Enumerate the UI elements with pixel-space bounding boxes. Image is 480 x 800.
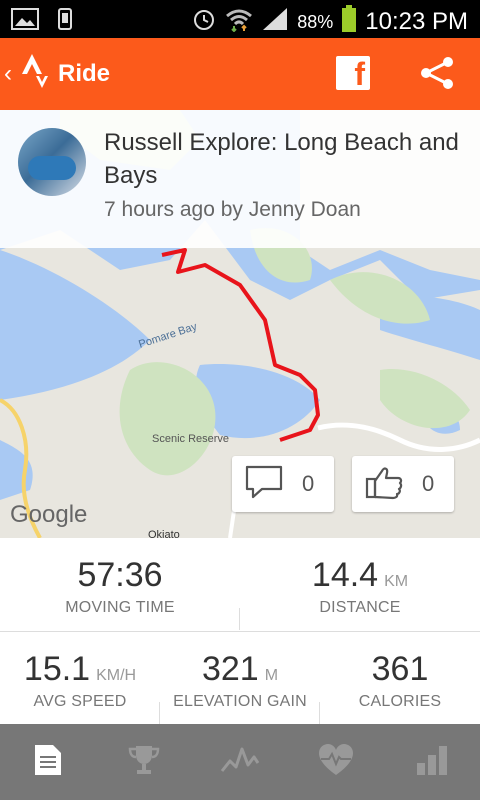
comments-button[interactable]: 0: [232, 456, 334, 512]
gallery-notification-icon: [10, 7, 40, 36]
analysis-tab[interactable]: [192, 724, 288, 800]
alarm-icon: [191, 6, 217, 38]
avg-speed-value: 15.1: [23, 650, 91, 688]
status-bar: 88% 10:23 PM: [0, 0, 480, 38]
activity-meta: 7 hours ago by Jenny Doan: [104, 198, 361, 221]
elevation-gain-value: 321: [201, 650, 259, 688]
bottom-nav: [0, 724, 480, 800]
activity-header: Russell Explore: Long Beach and Bays 7 h…: [0, 110, 480, 248]
stat-divider: [239, 608, 240, 630]
wifi-icon: [225, 6, 253, 38]
clock: 10:23 PM: [365, 8, 468, 35]
kudos-button[interactable]: 0: [352, 456, 454, 512]
calories-label: CALORIES: [358, 693, 442, 710]
avg-speed-unit: KM/H: [96, 667, 137, 684]
signal-icon: [261, 6, 289, 38]
google-logo: Google: [10, 501, 87, 528]
comments-count: 0: [302, 471, 315, 496]
achievements-tab[interactable]: [96, 724, 192, 800]
map-label-okiato: Okiato: [148, 529, 180, 538]
moving-time-label: MOVING TIME: [65, 599, 175, 616]
segments-tab[interactable]: [384, 724, 480, 800]
stat-row-divider: [0, 631, 480, 632]
vibrate-notification-icon: [52, 6, 78, 37]
strava-logo-icon[interactable]: [18, 52, 52, 99]
comment-icon: [244, 464, 284, 505]
activity-title: Russell Explore: Long Beach and Bays: [104, 129, 459, 189]
page-title: Ride: [58, 60, 111, 87]
document-icon: [33, 743, 63, 782]
stat-divider: [319, 702, 320, 724]
map-label-scenic-reserve: Scenic Reserve: [152, 433, 229, 445]
battery-percent: 88%: [297, 11, 334, 32]
activity-stats: 57:36 MOVING TIME 14.4 KM DISTANCE 15.1 KM…: [0, 538, 480, 724]
share-icon[interactable]: [418, 54, 456, 97]
distance-value: 14.4: [311, 556, 379, 594]
calories-stat: 361 CALORIES: [320, 650, 480, 711]
moving-time-value: 57:36: [77, 556, 163, 594]
thumbs-up-icon: [364, 464, 404, 505]
kudos-count: 0: [422, 471, 435, 496]
stat-divider: [159, 702, 160, 724]
battery-icon: [341, 5, 357, 39]
app-bar: ‹ Ride f: [0, 38, 480, 110]
heart-rate-icon: [318, 743, 354, 782]
heart-rate-tab[interactable]: [288, 724, 384, 800]
elevation-gain-label: ELEVATION GAIN: [173, 693, 307, 710]
calories-value: 361: [371, 650, 429, 688]
trophy-icon: [127, 743, 161, 782]
overview-tab[interactable]: [0, 724, 96, 800]
elevation-gain-stat: 321 M ELEVATION GAIN: [160, 650, 320, 711]
elevation-gain-unit: M: [264, 667, 279, 684]
facebook-label: f: [354, 56, 365, 92]
bar-chart-icon: [415, 743, 449, 782]
chart-line-icon: [220, 743, 260, 782]
back-chevron-icon[interactable]: ‹: [4, 60, 12, 88]
distance-unit: KM: [384, 573, 409, 590]
avatar[interactable]: [18, 128, 86, 196]
distance-label: DISTANCE: [319, 599, 401, 616]
avg-speed-label: AVG SPEED: [33, 693, 127, 710]
facebook-icon[interactable]: f: [336, 56, 370, 90]
avg-speed-stat: 15.1 KM/H AVG SPEED: [0, 650, 160, 711]
distance-stat: 14.4 KM DISTANCE: [240, 556, 480, 617]
moving-time-stat: 57:36 MOVING TIME: [0, 556, 240, 617]
